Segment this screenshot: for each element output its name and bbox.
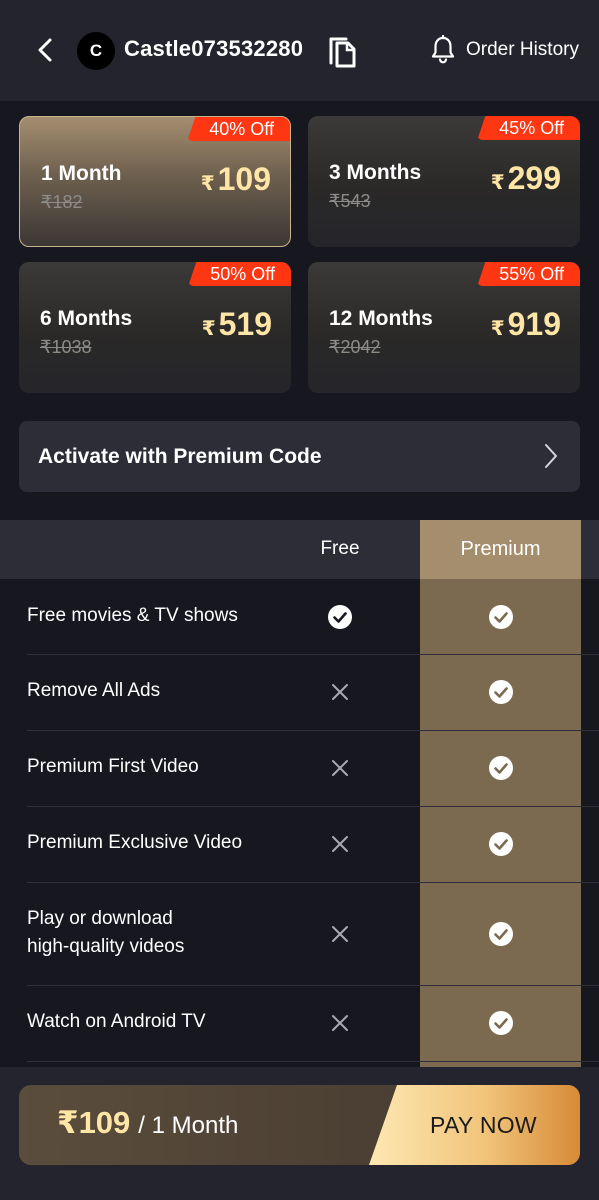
plan-grid: 40% Off 1 Month ₹182 ₹ 109 45% Off 3 Mon… [19,116,580,393]
selected-plan-price: ₹109 [57,1105,131,1140]
discount-badge: 40% Off [187,117,290,141]
order-history-label: Order History [466,39,579,60]
cross-icon [326,678,354,706]
copy-button[interactable] [328,34,358,68]
pay-now-button[interactable]: PAY NOW [369,1085,580,1165]
currency-symbol: ₹ [200,173,215,195]
table-row: Remove All Ads [0,655,599,731]
table-row: Play or download high-quality videos [0,883,599,986]
activate-label: Activate with Premium Code [38,444,322,468]
order-history-button[interactable]: Order History [430,34,579,66]
table-row: Watch on Android TV [0,986,599,1062]
pay-bar: ₹109 / 1 Month PAY NOW [19,1085,580,1165]
discount-badge: 50% Off [188,262,291,286]
plan-duration: 12 Months [329,307,433,330]
plan-original-price: ₹2042 [329,337,381,357]
feature-label: Watch on Android TV [27,1011,206,1032]
plan-card-1-month[interactable]: 40% Off 1 Month ₹182 ₹ 109 [19,116,291,247]
feature-label: Remove All Ads [27,680,161,701]
top-bar: C Castle073532280 Order History [0,0,599,101]
feature-label: Premium First Video [27,756,199,777]
check-icon [487,1009,515,1037]
check-icon [487,603,515,631]
plan-price-amount: 519 [218,306,272,342]
plan-duration: 1 Month [41,162,122,185]
feature-label: Free movies & TV shows [27,605,238,626]
chevron-right-icon [545,444,557,468]
discount-badge: 45% Off [477,116,580,140]
plan-price: ₹ 919 [491,306,561,343]
chevron-left-icon [38,38,52,62]
avatar[interactable]: C [77,32,115,70]
username: Castle073532280 [124,36,304,61]
cross-icon [326,1009,354,1037]
plan-original-price: ₹182 [41,192,83,212]
table-row: Premium First Video [0,731,599,807]
currency-symbol: ₹ [201,318,216,340]
plan-card-6-months[interactable]: 50% Off 6 Months ₹1038 ₹ 519 [19,262,291,393]
plan-card-3-months[interactable]: 45% Off 3 Months ₹543 ₹ 299 [308,116,580,247]
plan-price: ₹ 109 [201,161,271,198]
cross-icon [326,754,354,782]
check-icon [487,830,515,858]
premium-column-header: Premium [420,520,581,579]
cross-icon [326,920,354,948]
feature-comparison-table: Free Premium Free movies & TV shows Remo… [0,520,599,1067]
plan-price-amount: 109 [217,161,271,197]
row-divider [27,1061,599,1062]
currency-symbol: ₹ [490,318,505,340]
selected-plan-summary: ₹109 / 1 Month [57,1105,238,1141]
bell-icon [431,35,455,64]
activate-premium-code-button[interactable]: Activate with Premium Code [19,421,580,492]
plan-price-amount: 299 [507,160,561,196]
feature-label: Play or download high-quality videos [27,908,185,957]
plan-price: ₹ 519 [202,306,272,343]
selected-plan-period: / 1 Month [138,1112,239,1139]
feature-label: Premium Exclusive Video [27,832,243,853]
currency-symbol: ₹ [490,172,505,194]
bottom-bar: ₹109 / 1 Month PAY NOW [0,1067,599,1200]
pay-now-label: PAY NOW [430,1111,537,1138]
check-icon [487,920,515,948]
plan-card-12-months[interactable]: 55% Off 12 Months ₹2042 ₹ 919 [308,262,580,393]
plan-original-price: ₹1038 [40,337,92,357]
plan-price-amount: 919 [507,306,561,342]
plan-duration: 6 Months [40,307,133,330]
check-icon [326,603,354,631]
plan-original-price: ₹543 [329,191,371,211]
cross-icon [326,830,354,858]
check-icon [487,678,515,706]
plan-duration: 3 Months [329,161,422,184]
table-row: Premium Exclusive Video [0,807,599,883]
check-icon [487,754,515,782]
table-row: Free movies & TV shows [0,579,599,655]
discount-badge: 55% Off [477,262,580,286]
free-column-header: Free [320,538,360,559]
copy-icon [329,37,356,68]
back-button[interactable] [30,35,60,65]
plan-price: ₹ 299 [491,160,561,197]
